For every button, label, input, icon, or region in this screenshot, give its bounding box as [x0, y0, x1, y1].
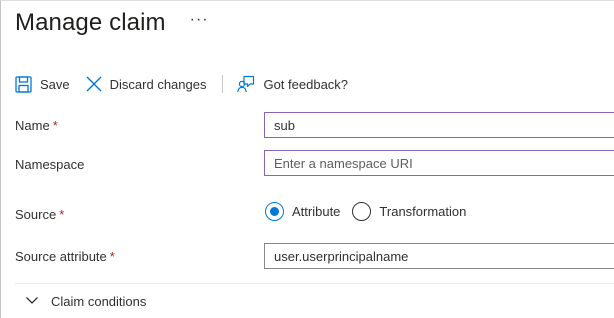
source-attribute-input[interactable] [264, 243, 614, 269]
radio-transformation-label: Transformation [379, 204, 467, 219]
feedback-label: Got feedback? [263, 76, 349, 92]
source-radio-group: Attribute Transformation [265, 202, 466, 221]
source-label-text: Source [15, 207, 57, 222]
discard-changes-button[interactable]: Discard changes [86, 76, 207, 92]
radio-attribute[interactable]: Attribute [265, 202, 340, 221]
required-marker: * [59, 207, 65, 222]
save-label: Save [40, 76, 70, 92]
page-title: Manage claim [15, 9, 166, 36]
required-marker: * [52, 118, 58, 133]
claim-conditions-expander[interactable]: Claim conditions [25, 293, 146, 310]
source-attribute-label-text: Source attribute [15, 249, 107, 264]
name-field-label: Name * [15, 118, 58, 133]
required-marker: * [109, 249, 115, 264]
command-bar: Save Discard changes Got feedback? [15, 72, 348, 96]
namespace-label-text: Namespace [15, 157, 85, 172]
section-divider [15, 283, 614, 284]
feedback-person-icon [237, 75, 255, 93]
discard-changes-label: Discard changes [109, 76, 207, 92]
save-button[interactable]: Save [15, 75, 70, 93]
title-row: Manage claim ··· [15, 9, 209, 37]
namespace-field-label: Namespace [15, 157, 84, 172]
name-input[interactable] [264, 112, 614, 138]
claim-conditions-label: Claim conditions [51, 294, 147, 309]
source-field-label: Source * [15, 207, 64, 222]
chevron-down-icon [25, 293, 39, 310]
close-x-icon [86, 76, 102, 92]
radio-checked-icon [265, 202, 284, 221]
toolbar-divider [222, 75, 224, 93]
manage-claim-panel: Manage claim ··· Save Discard changes Go… [0, 0, 614, 318]
name-label-text: Name [15, 118, 50, 133]
namespace-input[interactable] [264, 150, 614, 176]
feedback-button[interactable]: Got feedback? [237, 75, 348, 93]
source-attribute-field-label: Source attribute * [15, 249, 115, 264]
more-options-button[interactable]: ··· [190, 11, 209, 29]
radio-attribute-label: Attribute [292, 204, 341, 219]
radio-transformation[interactable]: Transformation [352, 202, 466, 221]
floppy-disk-icon [15, 75, 32, 93]
radio-unchecked-icon [352, 202, 372, 221]
